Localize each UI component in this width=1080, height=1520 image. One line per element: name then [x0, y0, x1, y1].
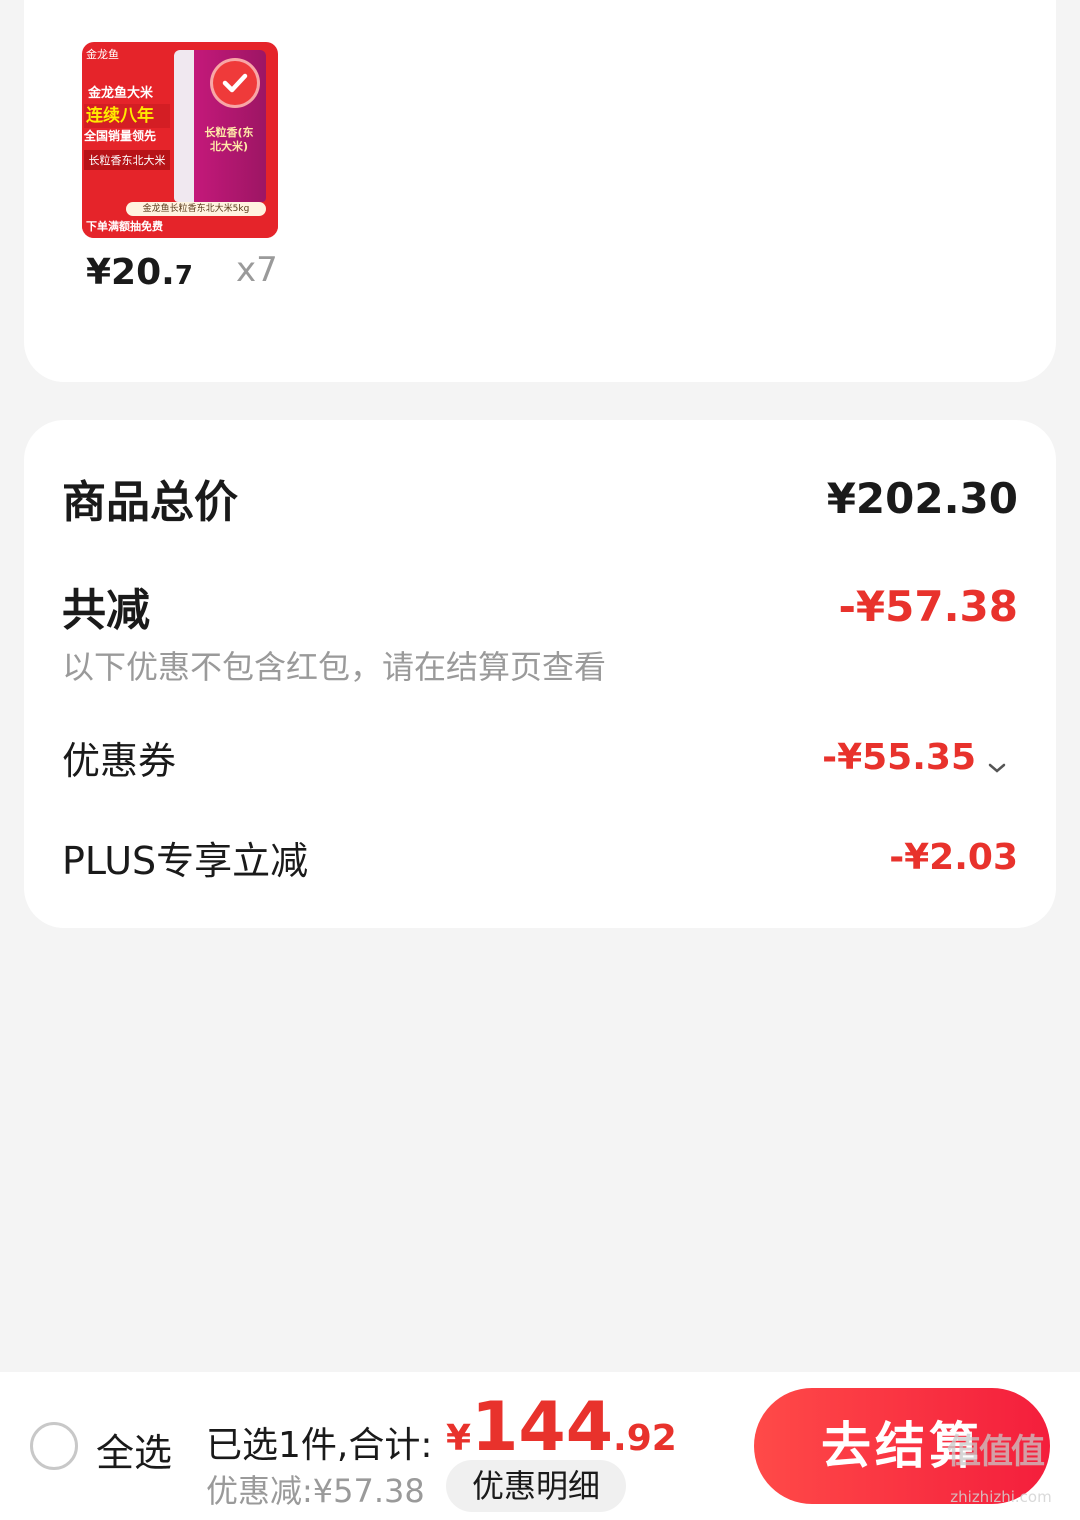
- product-price-int: ¥20.: [86, 252, 175, 293]
- thumb-bag-label: 长粒香(东北大米): [204, 126, 254, 153]
- total-row: 商品总价 ¥202.30: [62, 466, 1018, 530]
- plus-discount-label: PLUS专享立减: [62, 839, 309, 883]
- coupon-label: 优惠券: [62, 739, 177, 783]
- plus-discount-row: PLUS专享立减 -¥2.03: [62, 830, 1018, 885]
- checkmark-icon[interactable]: [210, 58, 260, 108]
- coupon-value-wrap: -¥55.35: [822, 737, 1008, 778]
- grand-total-int: 144: [471, 1388, 614, 1467]
- watermark-logo: 值值值: [947, 1432, 1045, 1472]
- thumb-brand: 金龙鱼: [86, 48, 119, 61]
- select-all-label[interactable]: 全选: [96, 1422, 172, 1477]
- selected-count-text: 已选1件,合计:: [206, 1425, 433, 1466]
- checkout-bar: 全选 已选1件,合计: ¥144.92 优惠减:¥57.38 优惠明细 去结算: [0, 1372, 1080, 1520]
- discount-detail-button[interactable]: 优惠明细: [446, 1460, 626, 1512]
- saved-amount-text: 优惠减:¥57.38: [206, 1472, 425, 1510]
- discount-row: 共减 -¥57.38: [62, 574, 1018, 638]
- chevron-down-icon[interactable]: [986, 747, 1008, 773]
- product-image[interactable]: 金龙鱼 金龙鱼大米 连续八年 全国销量领先 长粒香东北大米 长粒香(东北大米) …: [82, 42, 278, 238]
- product-quantity[interactable]: x7: [236, 250, 278, 290]
- grand-total-currency: ¥: [446, 1418, 472, 1459]
- thumb-slogan-sub: 全国销量领先: [84, 129, 157, 143]
- grand-total: ¥144.92: [446, 1388, 677, 1467]
- select-all-radio[interactable]: [30, 1422, 78, 1470]
- coupon-value: -¥55.35: [822, 737, 976, 778]
- total-value: ¥202.30: [826, 473, 1018, 523]
- product-price: ¥20.7: [86, 252, 193, 293]
- product-card: 金龙鱼 金龙鱼大米 连续八年 全国销量领先 长粒香东北大米 长粒香(东北大米) …: [24, 0, 1056, 382]
- total-label: 商品总价: [62, 477, 238, 528]
- grand-total-dec: .92: [613, 1418, 677, 1459]
- thumb-spec: 金龙鱼长粒香东北大米5kg: [126, 202, 266, 216]
- discount-note: 以下优惠不包含红包，请在结算页查看: [62, 648, 607, 686]
- discount-label: 共减: [62, 585, 150, 636]
- thumb-rice-type: 长粒香东北大米: [84, 150, 170, 170]
- discount-value: -¥57.38: [838, 581, 1018, 631]
- price-summary-card: 商品总价 ¥202.30 共减 -¥57.38 以下优惠不包含红包，请在结算页查…: [24, 420, 1056, 928]
- coupon-row[interactable]: 优惠券 -¥55.35: [62, 730, 1018, 785]
- thumb-slogan: 连续八年: [84, 104, 170, 128]
- product-price-dec: 7: [174, 261, 193, 291]
- thumb-name: 金龙鱼大米: [88, 86, 154, 101]
- watermark-url: zhizhizhi.com: [950, 1488, 1052, 1506]
- thumb-promo: 下单满额抽免费: [86, 220, 163, 233]
- plus-discount-value: -¥2.03: [889, 837, 1018, 878]
